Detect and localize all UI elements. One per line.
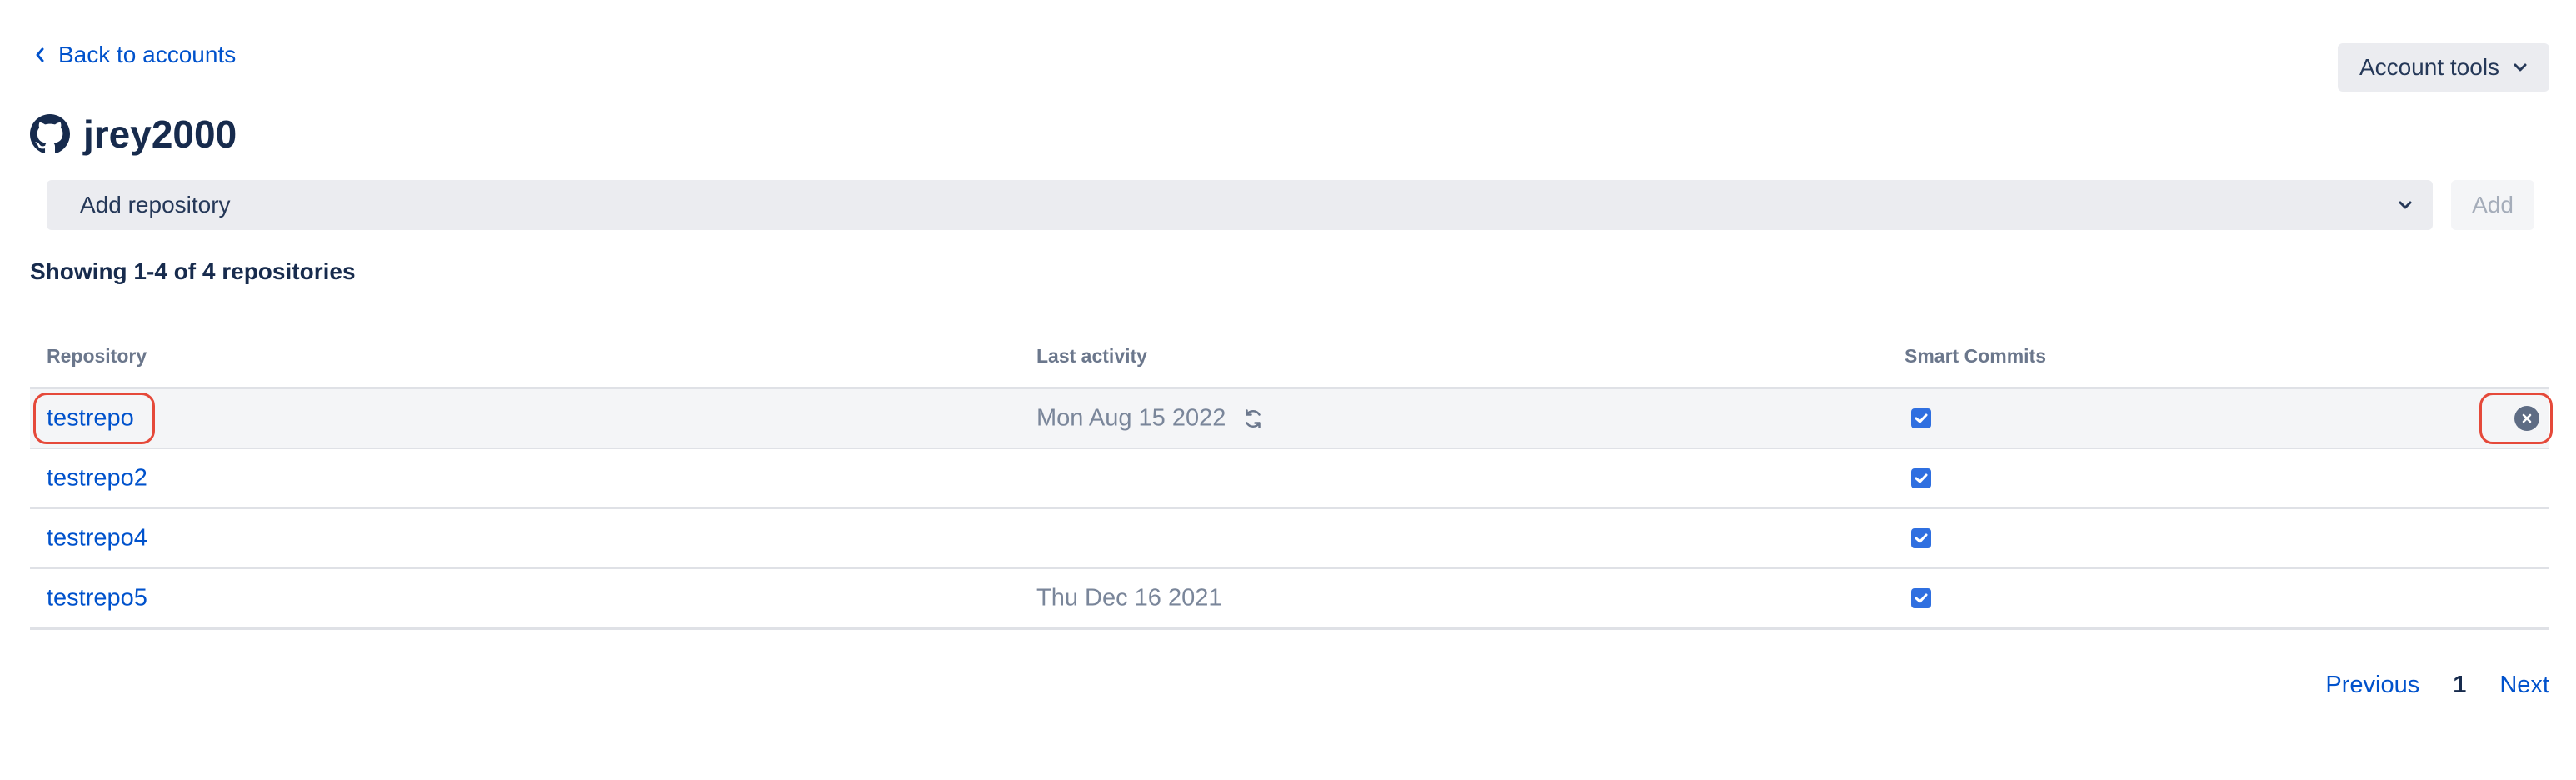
add-repository-button[interactable]: Add xyxy=(2451,180,2534,230)
repository-link[interactable]: testrepo5 xyxy=(47,585,147,612)
current-page-number[interactable]: 1 xyxy=(2453,672,2466,699)
github-icon xyxy=(30,114,70,153)
chevron-down-icon xyxy=(2514,63,2527,72)
smart-commits-checkbox[interactable] xyxy=(1911,468,1931,488)
last-activity-date: Thu Dec 16 2021 xyxy=(1036,584,1222,612)
repositories-table: Repository Last activity Smart Commits t… xyxy=(30,335,2553,630)
account-tools-label: Account tools xyxy=(2359,54,2500,80)
smart-commits-checkbox[interactable] xyxy=(1911,408,1931,428)
repository-link[interactable]: testrepo4 xyxy=(47,525,147,552)
table-row: testrepo5 Thu Dec 16 2021 xyxy=(30,569,2549,630)
table-row: testrepo4 xyxy=(30,509,2549,569)
column-header-smart-commits: Smart Commits xyxy=(1905,345,2046,367)
repository-link[interactable]: testrepo2 xyxy=(47,465,147,492)
column-header-last-activity: Last activity xyxy=(1036,345,1147,367)
smart-commits-checkbox[interactable] xyxy=(1911,528,1931,548)
smart-commits-checkbox[interactable] xyxy=(1911,588,1931,608)
page-title: jrey2000 xyxy=(83,112,237,156)
next-page-link[interactable]: Next xyxy=(2499,672,2549,699)
previous-page-link[interactable]: Previous xyxy=(2325,672,2419,699)
chevron-down-icon xyxy=(2399,201,2412,209)
back-to-accounts-label: Back to accounts xyxy=(58,42,237,68)
table-row: testrepo Mon Aug 15 2022 xyxy=(30,389,2553,449)
refresh-icon[interactable] xyxy=(1241,406,1266,431)
add-repository-placeholder: Add repository xyxy=(80,192,231,218)
pagination: Previous 1 Next xyxy=(2325,672,2549,699)
results-summary: Showing 1-4 of 4 repositories xyxy=(30,258,356,284)
account-tools-button[interactable]: Account tools xyxy=(2338,43,2549,92)
checkmark-icon xyxy=(1915,473,1928,483)
highlight-annotation xyxy=(33,392,155,444)
last-activity-cell: Mon Aug 15 2022 xyxy=(1036,405,1266,432)
last-activity-cell: Thu Dec 16 2021 xyxy=(1036,585,1221,612)
back-to-accounts-link[interactable]: Back to accounts xyxy=(33,42,236,68)
checkmark-icon xyxy=(1915,533,1928,543)
table-header: Repository Last activity Smart Commits xyxy=(30,335,2549,389)
column-header-repository: Repository xyxy=(47,345,147,367)
chevron-left-icon xyxy=(36,48,44,62)
highlight-annotation xyxy=(2479,392,2553,444)
last-activity-date: Mon Aug 15 2022 xyxy=(1036,404,1226,432)
add-repository-select[interactable]: Add repository xyxy=(47,180,2433,230)
checkmark-icon xyxy=(1915,593,1928,603)
table-row: testrepo2 xyxy=(30,449,2549,509)
checkmark-icon xyxy=(1915,413,1928,423)
page-header: jrey2000 xyxy=(30,112,237,157)
